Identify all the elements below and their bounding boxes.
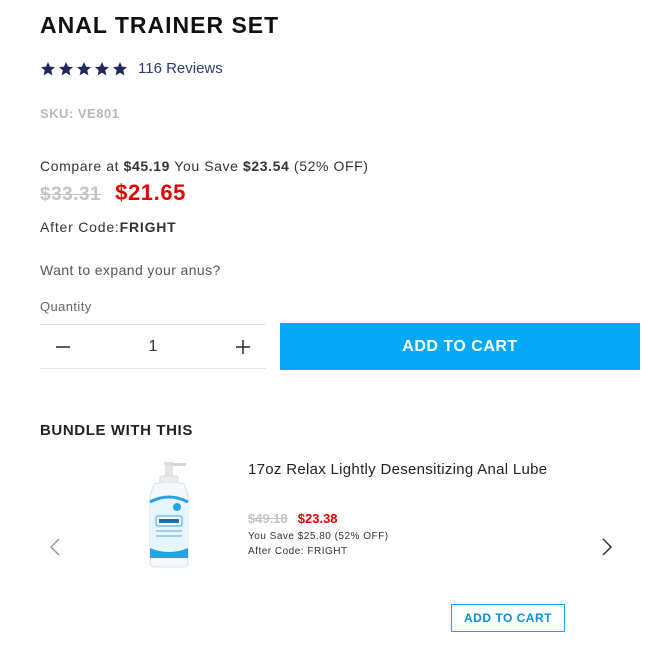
compare-prefix: Compare at — [40, 158, 124, 174]
carousel-next-button[interactable] — [595, 535, 619, 559]
save-amount: $23.54 — [243, 158, 290, 174]
sku-label: SKU: VE801 — [40, 106, 120, 121]
star-icon — [41, 61, 55, 75]
quantity-stepper: 1 — [40, 324, 266, 369]
bundle-heading: BUNDLE WITH THIS — [40, 422, 193, 439]
carousel-prev-button[interactable] — [43, 535, 67, 559]
chevron-right-icon — [602, 538, 613, 556]
product-tagline: Want to expand your anus? — [40, 262, 221, 278]
star-icon — [95, 61, 109, 75]
bundle-product-image[interactable] — [142, 462, 196, 568]
bundle-sale-price: $23.38 — [297, 511, 338, 526]
compare-price: $45.19 — [123, 158, 171, 174]
lube-bottle-image — [149, 462, 189, 568]
save-prefix: You Save — [170, 158, 244, 174]
star-icon — [77, 61, 91, 75]
after-code-label: After Code: — [40, 219, 120, 235]
star-icon — [59, 61, 73, 75]
decrease-quantity-button[interactable] — [40, 325, 86, 369]
reviews-link[interactable]: 116 Reviews — [138, 60, 223, 77]
price-row: $33.31 $21.65 — [40, 180, 186, 206]
sale-price: $21.65 — [115, 180, 187, 205]
bundle-old-price: $49.18 — [248, 511, 288, 526]
add-to-cart-button[interactable]: ADD TO CART — [280, 323, 640, 370]
bundle-savings: You Save $25.80 (52% OFF) — [248, 531, 389, 542]
product-title: ANAL TRAINER SET — [40, 12, 280, 38]
increase-quantity-button[interactable] — [220, 325, 266, 369]
after-code-line: After Code:FRIGHT — [40, 219, 177, 235]
star-rating — [40, 61, 128, 77]
bundle-product-name[interactable]: 17oz Relax Lightly Desensitizing Anal Lu… — [248, 460, 548, 480]
quantity-label: Quantity — [40, 299, 92, 314]
plus-icon — [236, 339, 250, 354]
bundle-add-to-cart-button[interactable]: ADD TO CART — [451, 604, 565, 632]
minus-icon — [56, 345, 70, 348]
star-icon — [113, 61, 127, 75]
rating-row: 116 Reviews — [40, 60, 223, 77]
chevron-left-icon — [49, 538, 60, 556]
old-price: $33.31 — [40, 184, 102, 205]
bundle-price-row: $49.18 $23.38 — [248, 511, 338, 526]
promo-code: FRIGHT — [119, 219, 177, 235]
bundle-after-code: After Code: FRIGHT — [248, 546, 348, 557]
save-percent: (52% OFF) — [289, 158, 369, 174]
quantity-input[interactable]: 1 — [149, 338, 158, 356]
compare-line: Compare at $45.19 You Save $23.54 (52% O… — [40, 158, 369, 174]
